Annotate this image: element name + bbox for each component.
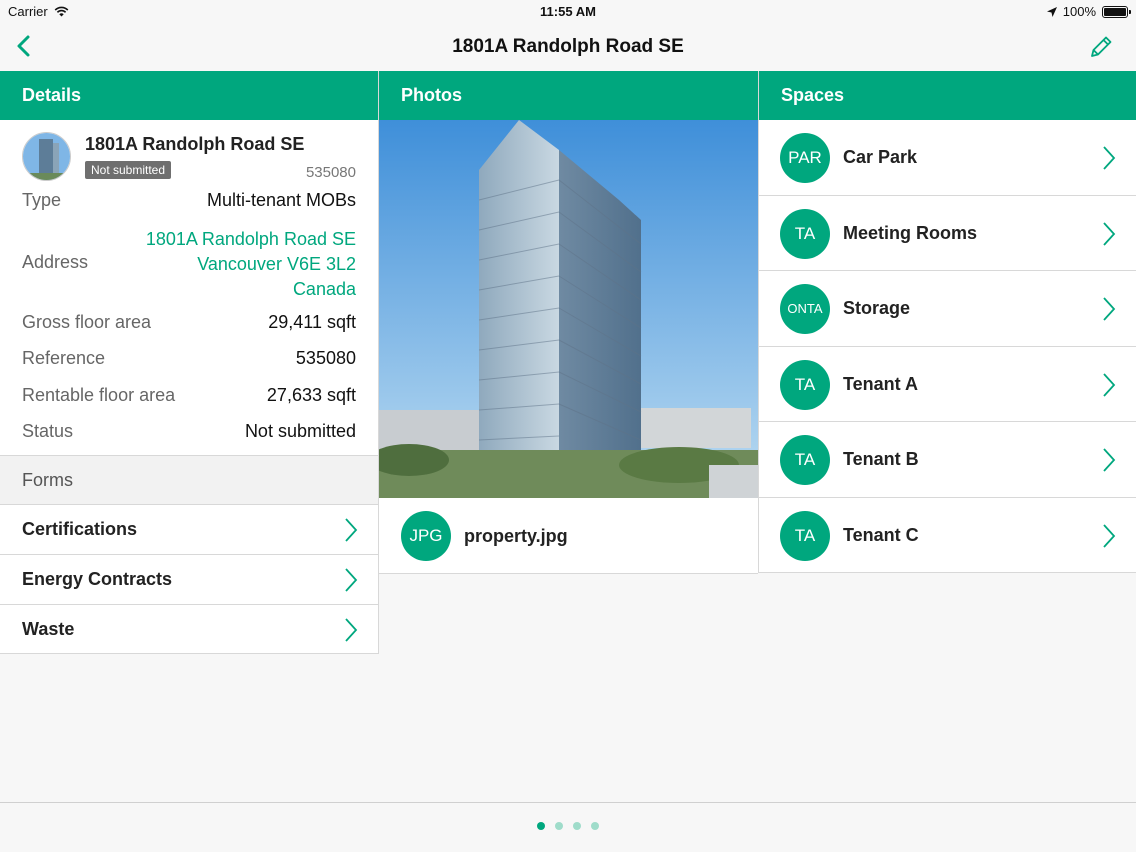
- photos-column: Photos JPG property.jpg: [379, 71, 758, 574]
- nav-bar: 1801A Randolph Road SE: [0, 24, 1136, 71]
- chevron-right-icon: [345, 518, 358, 542]
- space-badge: TA: [780, 435, 830, 485]
- space-item-tenant-c[interactable]: TA Tenant C: [759, 497, 1136, 573]
- space-name: Tenant C: [843, 524, 919, 545]
- property-card: 1801A Randolph Road SE Not submitted 535…: [0, 120, 378, 455]
- status-label: Status: [22, 421, 74, 441]
- location-arrow-icon: [1046, 6, 1057, 17]
- space-item-tenant-a[interactable]: TA Tenant A: [759, 346, 1136, 422]
- reference-label: Reference: [22, 348, 106, 368]
- page-dot-3[interactable]: [573, 822, 581, 830]
- reference-row: Reference 535080: [0, 348, 378, 385]
- file-name: property.jpg: [464, 526, 568, 546]
- status-bar: Carrier 11:55 AM 100%: [0, 0, 1136, 24]
- details-header: Details: [0, 71, 378, 120]
- forms-section-header: Forms: [0, 455, 378, 504]
- address-row: Address 1801A Randolph Road SE Vancouver…: [0, 227, 378, 312]
- space-badge: TA: [780, 510, 830, 561]
- photo-file-row[interactable]: JPG property.jpg: [379, 498, 758, 574]
- space-name: Meeting Rooms: [843, 222, 978, 243]
- form-item-label: Waste: [22, 619, 75, 639]
- space-badge: TA: [780, 359, 830, 410]
- space-item-tenant-b[interactable]: TA Tenant B: [759, 422, 1136, 498]
- page-title: 1801A Randolph Road SE: [452, 36, 684, 57]
- type-value: Multi-tenant MOBs: [206, 190, 356, 210]
- gross-floor-area-row: Gross floor area 29,411 sqft: [0, 312, 378, 348]
- status-row: Status Not submitted: [0, 421, 378, 455]
- battery-icon: [1102, 5, 1131, 18]
- details-column: Details 1801A Randolph Road SE Not submi…: [0, 71, 379, 654]
- form-item-energy-contracts[interactable]: Energy Contracts: [0, 554, 378, 604]
- space-badge: PAR: [780, 133, 830, 183]
- page-indicator[interactable]: [0, 822, 1136, 830]
- status-badge: Not submitted: [85, 161, 172, 179]
- space-name: Storage: [843, 298, 911, 318]
- gross-floor-area-value: 29,411 sqft: [268, 312, 356, 332]
- property-reference: 535080: [305, 164, 356, 181]
- status-right: 100%: [1046, 4, 1131, 19]
- page-dot-4[interactable]: [591, 822, 599, 830]
- rentable-floor-area-row: Rentable floor area 27,633 sqft: [0, 385, 378, 421]
- pencil-icon[interactable]: [1086, 32, 1116, 62]
- space-badge: TA: [780, 208, 830, 259]
- spaces-header: Spaces: [759, 71, 1136, 120]
- chevron-right-icon: [1103, 221, 1116, 246]
- photos-header: Photos: [379, 71, 758, 120]
- rentable-floor-area-label: Rentable floor area: [22, 385, 176, 405]
- page-dot-1[interactable]: [537, 822, 545, 830]
- clock: 11:55 AM: [540, 4, 596, 19]
- space-item-car-park[interactable]: PAR Car Park: [759, 120, 1136, 196]
- chevron-right-icon: [345, 568, 358, 592]
- chevron-right-icon: [1103, 448, 1116, 472]
- type-row: Type Multi-tenant MOBs: [0, 190, 378, 227]
- space-name: Tenant B: [843, 449, 919, 469]
- address-line-2[interactable]: Vancouver V6E 3L2: [146, 252, 356, 277]
- space-item-storage[interactable]: ONTA Storage: [759, 271, 1136, 347]
- address-line-1[interactable]: 1801A Randolph Road SE: [146, 227, 356, 252]
- property-thumbnail: [22, 132, 71, 181]
- chevron-right-icon: [1103, 523, 1116, 548]
- form-item-label: Certifications: [22, 519, 138, 539]
- chevron-right-icon: [345, 618, 358, 642]
- bottom-divider: [0, 802, 1136, 803]
- page-dot-2[interactable]: [555, 822, 563, 830]
- address-label: Address: [22, 252, 89, 272]
- spaces-column: Spaces PAR Car Park TA Meeting Rooms ONT…: [758, 71, 1136, 573]
- space-badge: ONTA: [780, 284, 830, 334]
- space-name: Car Park: [843, 147, 918, 167]
- address-line-3[interactable]: Canada: [146, 277, 356, 302]
- rentable-floor-area-value: 27,633 sqft: [266, 385, 356, 405]
- chevron-right-icon: [1103, 146, 1116, 170]
- type-label: Type: [22, 190, 62, 210]
- address-value[interactable]: 1801A Randolph Road SE Vancouver V6E 3L2…: [146, 227, 356, 302]
- property-summary: 1801A Randolph Road SE Not submitted 535…: [0, 120, 378, 190]
- form-item-waste[interactable]: Waste: [0, 604, 378, 654]
- space-name: Tenant A: [843, 373, 918, 394]
- reference-value: 535080: [295, 348, 356, 368]
- property-name: 1801A Randolph Road SE: [85, 134, 305, 154]
- space-item-meeting-rooms[interactable]: TA Meeting Rooms: [759, 195, 1136, 271]
- chevron-right-icon: [1103, 372, 1116, 397]
- status-value: Not submitted: [244, 421, 356, 441]
- chevron-right-icon: [1103, 297, 1116, 321]
- battery-percent: 100%: [1062, 4, 1096, 19]
- form-item-certifications[interactable]: Certifications: [0, 504, 378, 554]
- gross-floor-area-label: Gross floor area: [22, 312, 152, 332]
- property-photo[interactable]: [379, 120, 758, 498]
- file-type-badge: JPG: [401, 511, 451, 561]
- form-item-label: Energy Contracts: [22, 569, 173, 589]
